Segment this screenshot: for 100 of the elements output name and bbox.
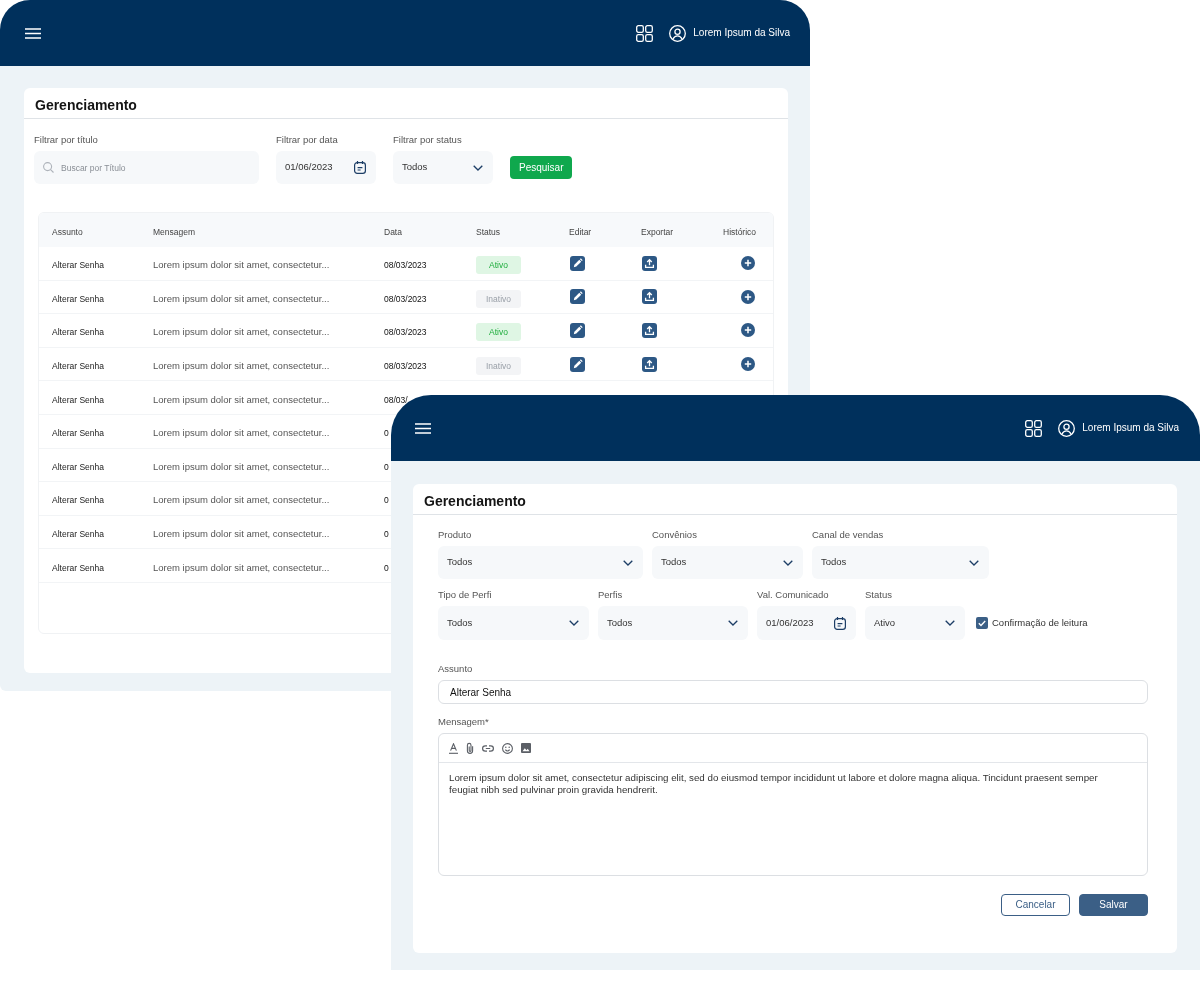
save-button[interactable]: Salvar [1079, 894, 1148, 916]
table-cell: Lorem ipsum dolor sit amet, consectetur... [153, 561, 330, 573]
subject-input[interactable]: Alterar Senha [438, 680, 1148, 704]
table-cell: 0 [384, 462, 389, 472]
dropdown-select[interactable]: Todos [812, 546, 989, 579]
table-cell: Alterar Senha [52, 562, 104, 573]
menu-icon[interactable] [25, 27, 41, 39]
table-cell: Alterar Senha [52, 394, 104, 405]
status-badge: Inativo [476, 289, 521, 308]
edit-icon[interactable] [570, 323, 585, 338]
table-cell: 08/03/ [384, 395, 408, 405]
edit-icon[interactable] [570, 255, 585, 271]
upload-icon[interactable] [642, 323, 657, 338]
user-name[interactable]: Lorem Ipsum da Silva [1082, 422, 1179, 434]
dropdown-select[interactable]: Todos [393, 151, 493, 184]
calendar-icon[interactable] [834, 616, 846, 630]
field-label: Filtrar por data [276, 134, 338, 145]
text-format-icon[interactable] [449, 742, 458, 754]
field-label: Produto [438, 529, 472, 540]
checkbox-label[interactable]: Confirmação de leitura [992, 615, 1088, 631]
plus-circle-icon[interactable] [741, 323, 755, 338]
page-title: Gerenciamento [424, 493, 526, 509]
upload-icon[interactable] [642, 356, 657, 372]
field-label: Convênios [652, 529, 697, 540]
page-title: Gerenciamento [35, 97, 137, 113]
upload-icon[interactable] [642, 255, 657, 271]
table-cell: Alterar Senha [52, 461, 104, 472]
upload-icon[interactable] [642, 289, 657, 305]
table-cell: 0 [384, 429, 389, 439]
table-cell: Lorem ipsum dolor sit amet, consectetur... [153, 460, 330, 472]
table-cell: Lorem ipsum dolor sit amet, consectetur... [153, 427, 330, 439]
plus-circle-icon[interactable] [741, 357, 755, 372]
date-field[interactable]: 01/06/2023 [276, 151, 376, 184]
table-cell: Alterar Senha [52, 260, 104, 271]
dropdown-select[interactable]: Ativo [865, 606, 965, 640]
calendar-icon[interactable] [354, 161, 366, 174]
chevron-down-icon[interactable] [783, 559, 793, 566]
user-avatar-icon[interactable] [1058, 419, 1076, 437]
chevron-down-icon[interactable] [473, 164, 483, 171]
search-icon [43, 162, 54, 173]
table-cell: Alterar Senha [52, 495, 104, 506]
field-label: Perfis [598, 589, 623, 600]
table-cell: 08/03/2023 [384, 261, 427, 271]
field-label: Filtrar por título [34, 134, 98, 145]
column-header: Editar [569, 227, 592, 237]
dropdown-select[interactable]: Todos [652, 546, 803, 579]
column-header: Histórico [723, 227, 757, 237]
table-cell: Lorem ipsum dolor sit amet, consectetur... [153, 326, 330, 338]
chevron-down-icon[interactable] [623, 559, 633, 566]
field-label: Assunto [438, 663, 473, 674]
table-cell: Lorem ipsum dolor sit amet, consectetur... [153, 393, 330, 405]
table-cell: Lorem ipsum dolor sit amet, consectetur... [153, 528, 330, 540]
checkbox[interactable] [976, 617, 988, 629]
status-badge: Inativo [476, 357, 521, 376]
chevron-down-icon[interactable] [569, 620, 579, 626]
column-header: Status [476, 227, 501, 237]
field-label: Canal de vendas [812, 529, 884, 540]
status-badge: Ativo [476, 256, 521, 275]
chevron-down-icon[interactable] [945, 620, 955, 626]
field-label: Tipo de Perfi [438, 589, 492, 600]
table-cell: 0 [384, 563, 389, 573]
table-cell: Lorem ipsum dolor sit amet, consectetur... [153, 494, 330, 506]
user-avatar-icon[interactable] [669, 24, 687, 42]
search-field[interactable]: Buscar por Título [34, 151, 259, 184]
date-field[interactable]: 01/06/2023 [757, 606, 856, 640]
field-label: Filtrar por status [393, 134, 462, 145]
image-icon[interactable] [521, 743, 531, 753]
column-header: Data [384, 227, 402, 237]
paperclip-icon[interactable] [466, 742, 474, 754]
field-label: Mensagem* [438, 716, 489, 727]
message-text-area[interactable]: Lorem ipsum dolor sit amet, consectetur adipiscing elit, sed do eiusmod tempor incididunt ut labore et dolore magna aliqua. Tincidunt praesent semper feugiat nibh sed pulvinar proin gravida hendrerit. [439, 763, 1147, 875]
cancel-button[interactable]: Cancelar [1001, 894, 1070, 916]
table-cell: Alterar Senha [52, 529, 104, 540]
apps-grid-icon[interactable] [1025, 419, 1043, 437]
dropdown-select[interactable]: Todos [598, 606, 748, 640]
table-cell: 08/03/2023 [384, 362, 427, 372]
table-cell: Alterar Senha [52, 428, 104, 439]
table-cell: Lorem ipsum dolor sit amet, consectetur... [153, 292, 330, 304]
menu-icon[interactable] [415, 422, 431, 434]
dropdown-select[interactable]: Todos [438, 546, 643, 579]
table-cell: Lorem ipsum dolor sit amet, consectetur... [153, 360, 330, 372]
plus-circle-icon[interactable] [741, 256, 755, 271]
table-cell: 0 [384, 496, 389, 506]
chevron-down-icon[interactable] [969, 559, 979, 566]
table-cell: Lorem ipsum dolor sit amet, consectetur... [153, 259, 330, 271]
table-cell: 08/03/2023 [384, 294, 427, 304]
table-cell: Alterar Senha [52, 361, 104, 372]
user-name[interactable]: Lorem Ipsum da Silva [693, 27, 790, 39]
plus-circle-icon[interactable] [741, 289, 755, 304]
edit-icon[interactable] [570, 356, 585, 372]
link-icon[interactable] [482, 744, 494, 752]
dropdown-select[interactable]: Todos [438, 606, 589, 640]
chevron-down-icon[interactable] [728, 620, 738, 626]
status-badge: Ativo [476, 323, 521, 342]
table-cell: Alterar Senha [52, 327, 104, 338]
apps-grid-icon[interactable] [636, 24, 654, 42]
edit-icon[interactable] [570, 289, 585, 305]
table-cell: 0 [384, 530, 389, 540]
column-header: Mensagem [153, 227, 196, 237]
smiley-icon[interactable] [502, 742, 513, 754]
